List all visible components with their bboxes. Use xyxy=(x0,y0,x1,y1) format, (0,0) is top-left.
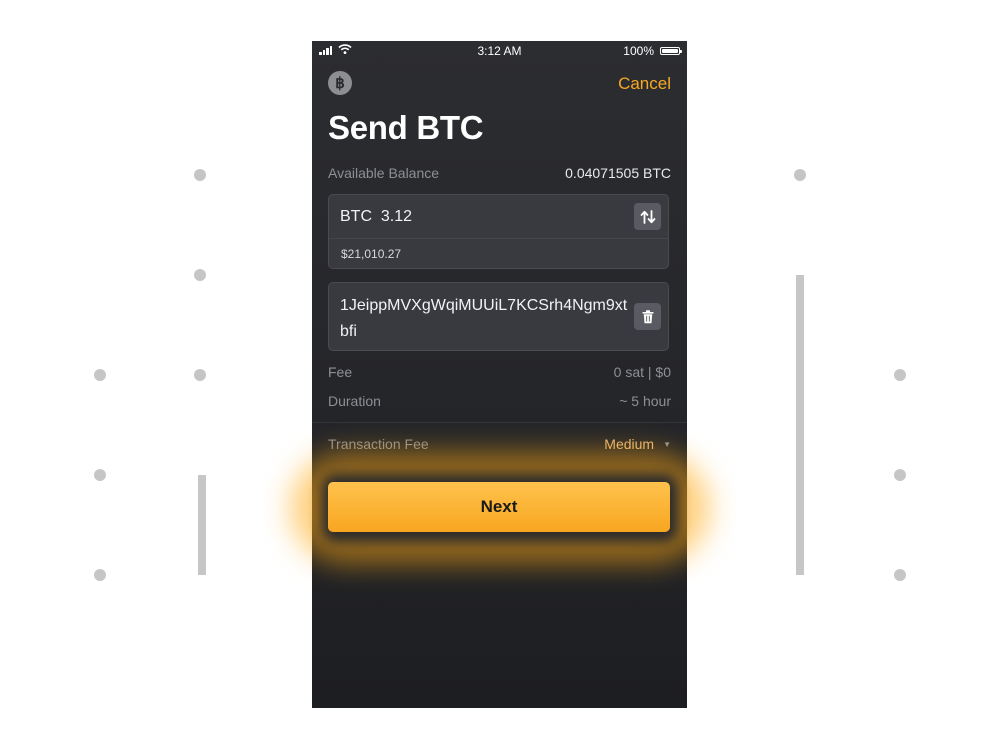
background-bar xyxy=(796,275,804,575)
balance-value: 0.04071505 BTC xyxy=(565,165,671,181)
background-dot xyxy=(894,469,906,481)
swap-arrows-icon[interactable] xyxy=(634,203,661,230)
address-field[interactable]: 1JeippMVXgWqiMUUiL7KCSrh4Ngm9xtbfi xyxy=(328,282,669,351)
fee-label: Fee xyxy=(328,364,353,380)
trash-glyph xyxy=(642,309,653,323)
address-input[interactable]: 1JeippMVXgWqiMUUiL7KCSrh4Ngm9xtbfi xyxy=(340,293,632,345)
transaction-fee-value: Medium xyxy=(604,436,655,452)
transaction-fee-label: Transaction Fee xyxy=(328,436,429,452)
next-button[interactable]: Next xyxy=(328,482,670,532)
fee-value: 0 sat | $0 xyxy=(613,364,671,380)
status-bar: 3:12 AM 100% xyxy=(312,41,687,61)
amount-input[interactable]: BTC 3.12 xyxy=(340,208,412,226)
balance-label: Available Balance xyxy=(328,165,440,181)
background-dot xyxy=(894,569,906,581)
background-bar xyxy=(198,475,206,575)
background-dot xyxy=(94,569,106,581)
background-dot xyxy=(94,369,106,381)
background-dot xyxy=(194,169,206,181)
divider xyxy=(329,238,668,239)
caret-down-icon: ▼ xyxy=(663,439,671,449)
section-divider xyxy=(312,422,687,423)
bitcoin-icon: ฿ xyxy=(328,71,352,95)
background-dot xyxy=(194,369,206,381)
background-dot xyxy=(194,269,206,281)
battery-icon xyxy=(660,47,682,55)
phone-screen: 3:12 AM 100% ฿ Cancel Send BTC Available… xyxy=(312,41,687,708)
fiat-value: $21,010.27 xyxy=(341,247,402,261)
battery-fill xyxy=(662,49,678,53)
duration-label: Duration xyxy=(328,393,381,409)
background-dot xyxy=(794,169,806,181)
swap-arrows-glyph xyxy=(640,209,655,224)
trash-icon[interactable] xyxy=(634,303,661,330)
transaction-fee-select[interactable]: Medium ▼ xyxy=(604,436,671,452)
duration-value: ~ 5 hour xyxy=(619,393,671,409)
battery-percentage: 100% xyxy=(623,44,654,58)
cancel-button[interactable]: Cancel xyxy=(618,74,671,94)
background-dot xyxy=(894,369,906,381)
page-title: Send BTC xyxy=(328,109,484,146)
background-dot xyxy=(94,469,106,481)
amount-field[interactable]: BTC 3.12 $21,010.27 xyxy=(328,194,669,269)
